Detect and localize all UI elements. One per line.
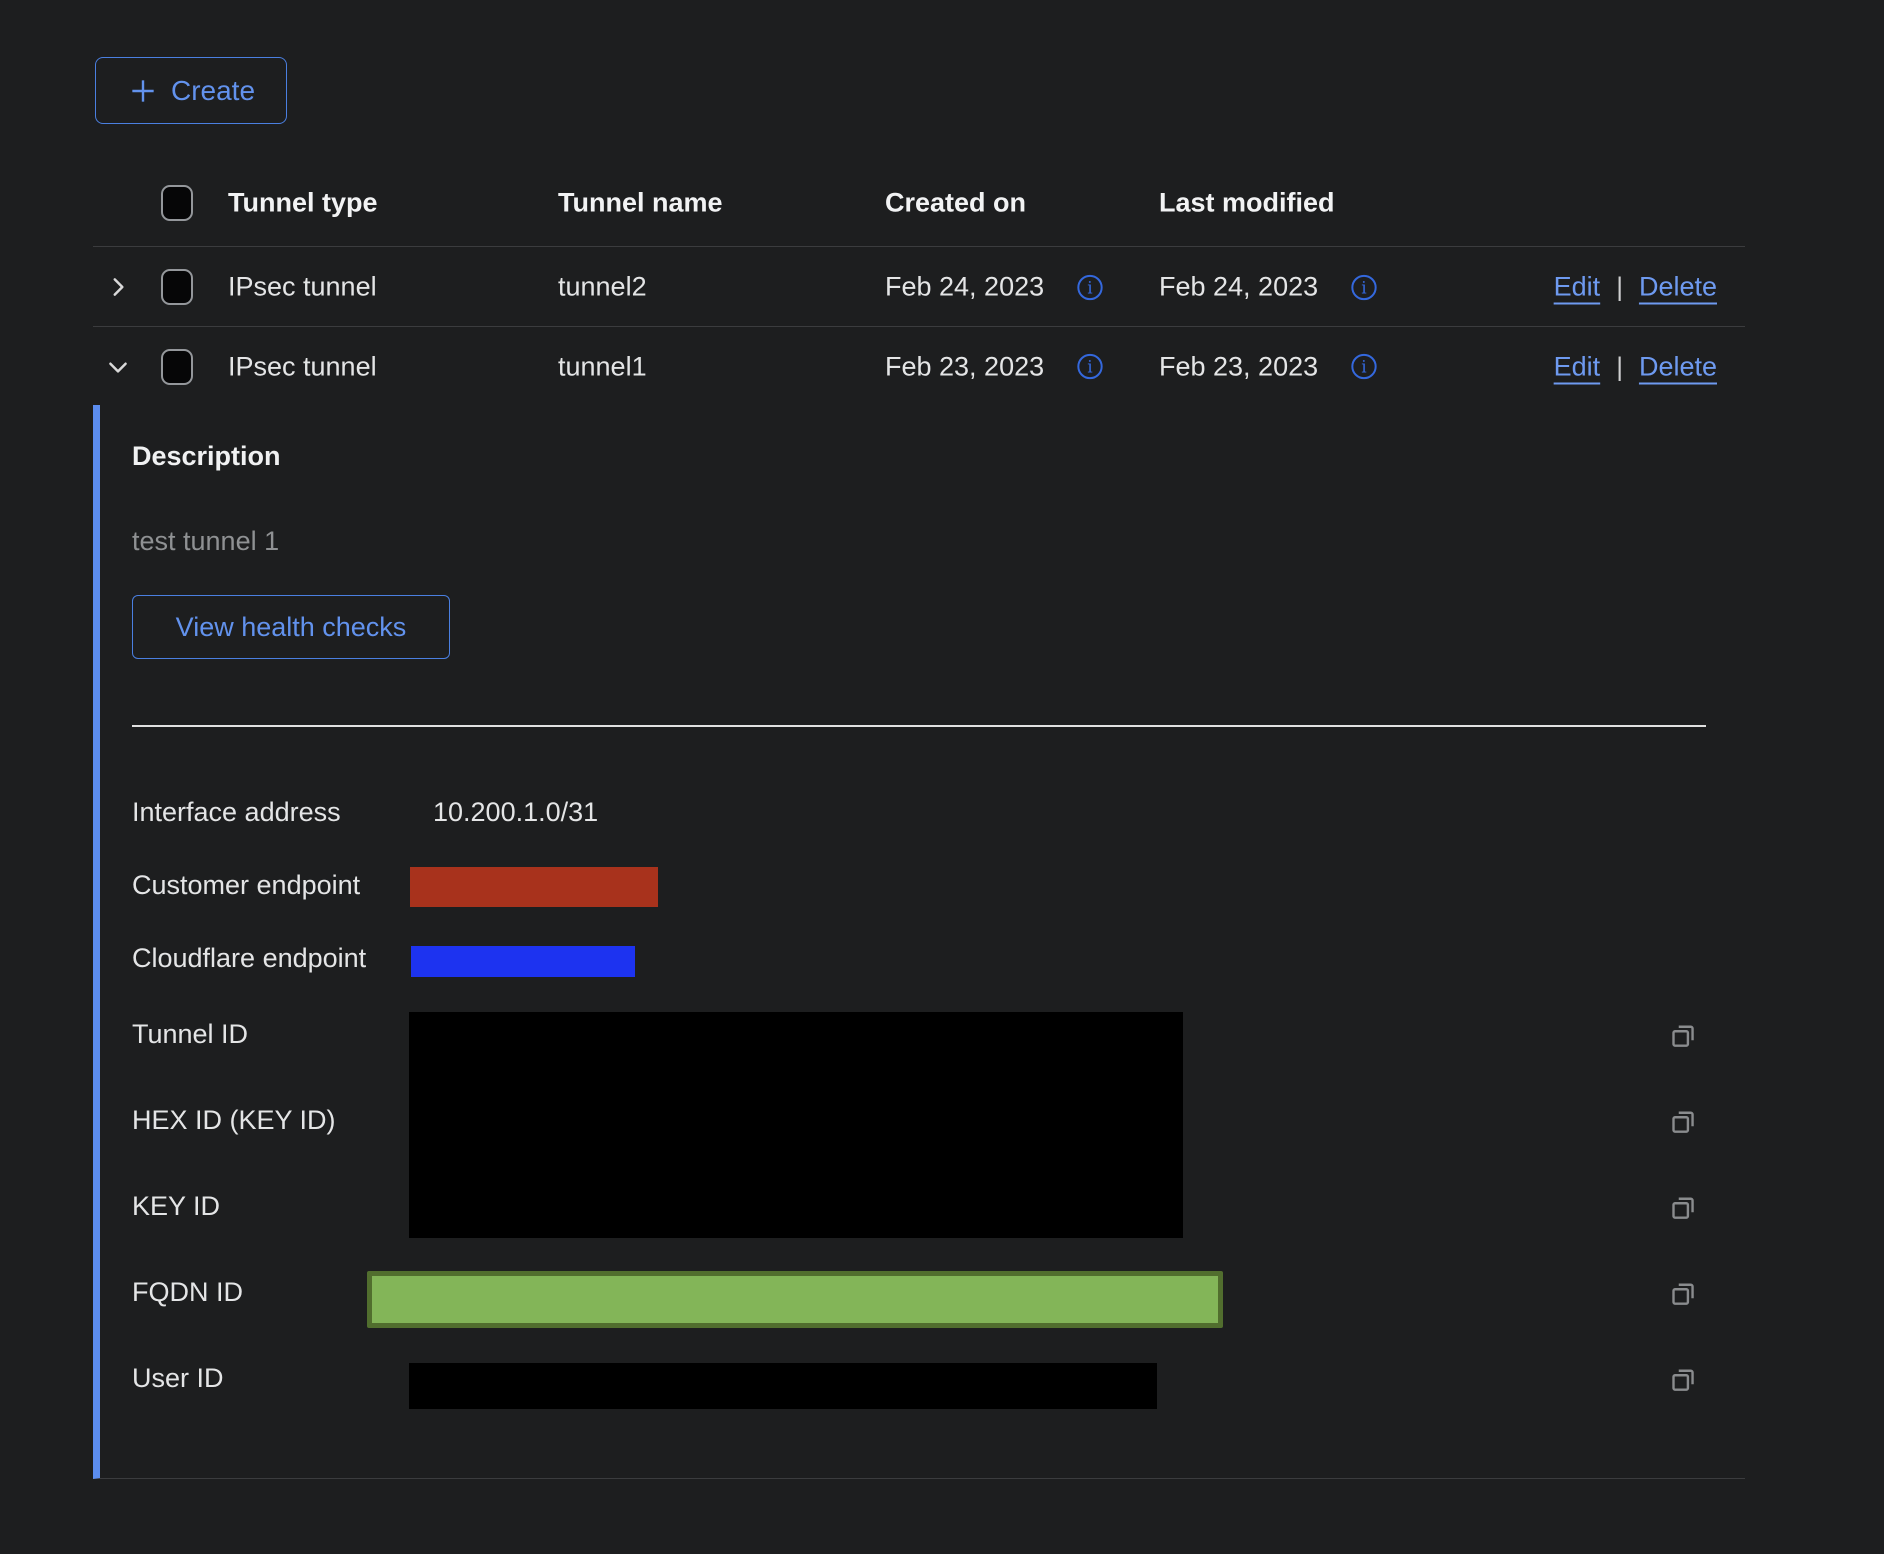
- copy-user-id-button[interactable]: [1666, 1361, 1702, 1397]
- user-id-label: User ID: [132, 1363, 224, 1394]
- last-modified-value: Feb 23, 2023: [1159, 351, 1318, 382]
- select-all-checkbox[interactable]: [161, 185, 193, 221]
- copy-icon: [1666, 1103, 1702, 1139]
- key-id-label: KEY ID: [132, 1191, 220, 1222]
- header-last-modified: Last modified: [1159, 188, 1335, 219]
- cloudflare-endpoint-redacted-value: [411, 946, 635, 977]
- copy-icon: [1666, 1189, 1702, 1225]
- created-on-info-button[interactable]: i: [1076, 273, 1104, 301]
- table-header-row: Tunnel type Tunnel name Created on Last …: [93, 160, 1745, 247]
- svg-text:i: i: [1361, 357, 1367, 377]
- expanded-tunnel-panel: Description test tunnel 1 View health ch…: [93, 405, 1745, 1479]
- row-checkbox[interactable]: [161, 269, 193, 305]
- edit-link[interactable]: Edit: [1554, 272, 1601, 303]
- table-row-tunnel2: IPsec tunnel tunnel2 Feb 24, 2023 i Feb …: [93, 248, 1745, 327]
- collapse-row-button[interactable]: [103, 352, 133, 382]
- action-separator: |: [1616, 351, 1623, 382]
- copy-key-id-button[interactable]: [1666, 1189, 1702, 1225]
- action-separator: |: [1616, 272, 1623, 303]
- created-on-info-button[interactable]: i: [1076, 353, 1104, 381]
- svg-text:i: i: [1087, 277, 1093, 297]
- chevron-right-icon: [105, 274, 131, 300]
- user-id-redacted-value: [409, 1363, 1157, 1409]
- last-modified-value: Feb 24, 2023: [1159, 272, 1318, 303]
- tunnel-name-value: tunnel1: [558, 351, 647, 382]
- tunnel-id-label: Tunnel ID: [132, 1019, 248, 1050]
- customer-endpoint-redacted-value: [410, 867, 658, 907]
- create-button-label: Create: [171, 75, 255, 107]
- edit-link[interactable]: Edit: [1554, 351, 1601, 382]
- svg-text:i: i: [1087, 357, 1093, 377]
- row-checkbox[interactable]: [161, 349, 193, 385]
- description-value: test tunnel 1: [132, 526, 279, 557]
- info-icon: i: [1076, 273, 1104, 301]
- tunnel-name-value: tunnel2: [558, 272, 647, 303]
- copy-icon: [1666, 1275, 1702, 1311]
- copy-fqdn-id-button[interactable]: [1666, 1275, 1702, 1311]
- view-health-checks-button[interactable]: View health checks: [132, 595, 450, 659]
- table-row-tunnel1: IPsec tunnel tunnel1 Feb 23, 2023 i Feb …: [93, 328, 1745, 405]
- fqdn-id-redacted-value: [367, 1271, 1223, 1328]
- created-on-value: Feb 24, 2023: [885, 272, 1044, 303]
- svg-text:i: i: [1361, 277, 1367, 297]
- copy-icon: [1666, 1017, 1702, 1053]
- panel-divider: [132, 725, 1706, 727]
- chevron-down-icon: [105, 354, 131, 380]
- copy-hex-id-button[interactable]: [1666, 1103, 1702, 1139]
- tunnel-hex-key-id-redacted-values: [409, 1012, 1183, 1238]
- interface-address-value: 10.200.1.0/31: [433, 797, 598, 828]
- expand-row-button[interactable]: [103, 272, 133, 302]
- hex-id-label: HEX ID (KEY ID): [132, 1105, 336, 1136]
- customer-endpoint-label: Customer endpoint: [132, 870, 360, 901]
- interface-address-label: Interface address: [132, 797, 341, 828]
- create-button[interactable]: Create: [95, 57, 287, 124]
- description-heading: Description: [132, 441, 281, 472]
- tunnel-type-value: IPsec tunnel: [228, 272, 377, 303]
- info-icon: i: [1350, 353, 1378, 381]
- info-icon: i: [1350, 273, 1378, 301]
- header-created-on: Created on: [885, 188, 1026, 219]
- plus-icon: [127, 75, 159, 107]
- created-on-value: Feb 23, 2023: [885, 351, 1044, 382]
- copy-icon: [1666, 1361, 1702, 1397]
- header-tunnel-name: Tunnel name: [558, 188, 723, 219]
- fqdn-id-label: FQDN ID: [132, 1277, 243, 1308]
- delete-link[interactable]: Delete: [1639, 351, 1717, 382]
- last-modified-info-button[interactable]: i: [1350, 353, 1378, 381]
- delete-link[interactable]: Delete: [1639, 272, 1717, 303]
- copy-tunnel-id-button[interactable]: [1666, 1017, 1702, 1053]
- tunnel-type-value: IPsec tunnel: [228, 351, 377, 382]
- cloudflare-endpoint-label: Cloudflare endpoint: [132, 943, 366, 974]
- header-tunnel-type: Tunnel type: [228, 188, 378, 219]
- info-icon: i: [1076, 353, 1104, 381]
- last-modified-info-button[interactable]: i: [1350, 273, 1378, 301]
